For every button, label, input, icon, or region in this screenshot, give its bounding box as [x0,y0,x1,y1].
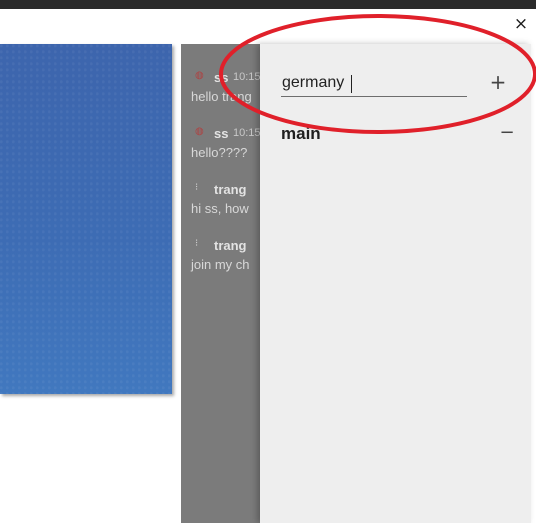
channel-panel: + main − [260,44,531,523]
cat-avatar-icon: ◍ [195,126,204,137]
chat-message: ⁝ trang join my ch [181,238,260,272]
message-user: ss [214,70,229,85]
message-text: join my ch [191,257,250,272]
message-text: hi ss, how [191,201,249,216]
close-button[interactable]: × [510,13,532,35]
person-avatar-icon: ⁝ [195,238,199,249]
text-caret [351,75,352,93]
message-user: ss [214,126,229,141]
add-channel-button[interactable]: + [488,70,508,94]
background-image [0,44,172,394]
cat-avatar-icon: ◍ [195,70,204,81]
message-text: hello trang [191,89,252,104]
window-title-bar [0,0,536,9]
chat-message: ◍ ss 10:15 hello???? [181,126,260,160]
message-user: trang [214,238,247,253]
channel-item-main[interactable]: main − [281,122,521,146]
message-time: 10:15 [233,127,260,139]
remove-channel-button[interactable]: − [498,122,516,144]
message-time: 10:15 [233,71,260,83]
channel-name: main [281,124,321,143]
chat-panel: ◍ ss 10:15 hello trang ◍ ss 10:15 hello?… [181,44,260,523]
channel-name-input[interactable] [281,70,467,97]
message-text: hello???? [191,145,248,160]
chat-message: ⁝ trang hi ss, how [181,182,260,216]
person-avatar-icon: ⁝ [195,182,199,193]
chat-message: ◍ ss 10:15 hello trang [181,70,260,104]
message-user: trang [214,182,247,197]
